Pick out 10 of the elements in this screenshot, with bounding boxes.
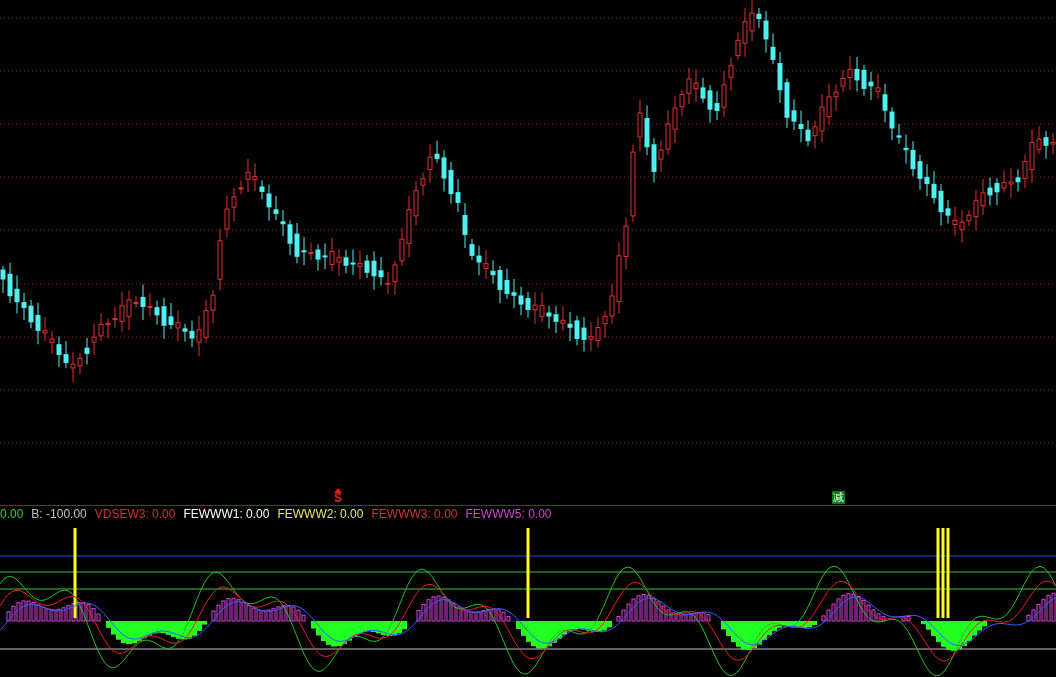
legend-value: FEWWW3: 0.00 bbox=[371, 507, 458, 521]
legend-value: 0.00 bbox=[0, 507, 24, 521]
signal-label: S bbox=[334, 493, 342, 504]
legend-value: FEWWW1: 0.00 bbox=[183, 507, 270, 521]
arrow-up-icon bbox=[334, 488, 342, 493]
legend-value: VDSEW3: 0.00 bbox=[94, 507, 176, 521]
legend-value: B: -100.00 bbox=[31, 507, 87, 521]
legend-value: FEWWW2: 0.00 bbox=[277, 507, 364, 521]
signal-badge: 减 bbox=[832, 491, 845, 504]
legend-value: FEWWW5: 0.00 bbox=[465, 507, 552, 521]
